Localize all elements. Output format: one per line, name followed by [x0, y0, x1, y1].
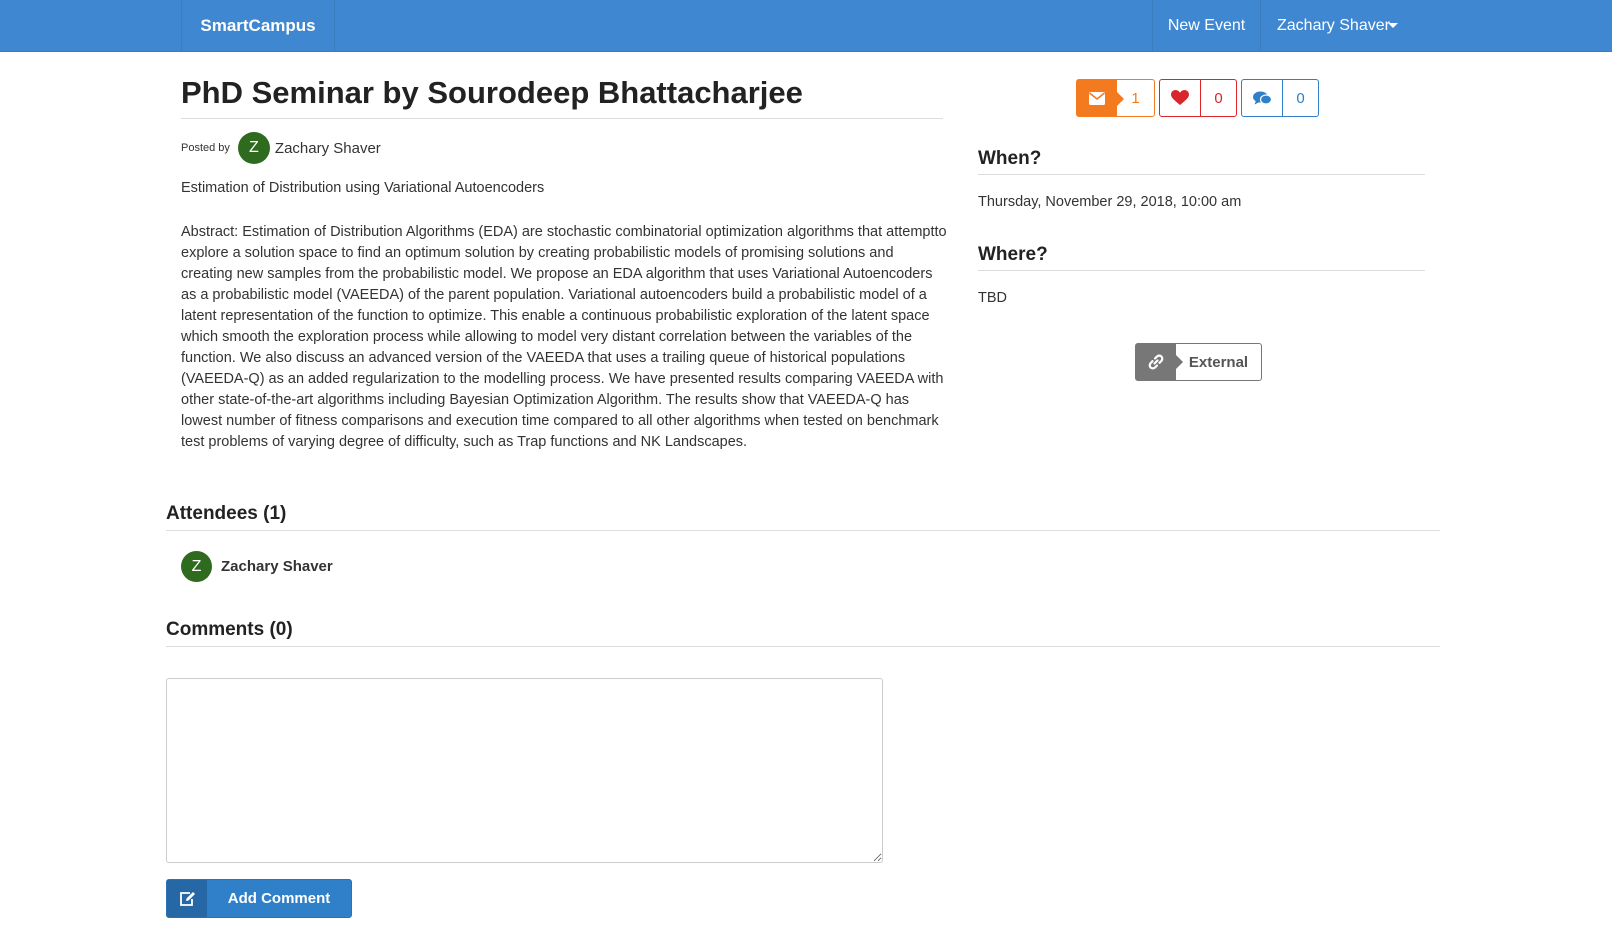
add-comment-button[interactable]: Add Comment	[166, 879, 352, 918]
email-count-button[interactable]: 1	[1076, 79, 1155, 117]
event-location: TBD	[978, 290, 1007, 306]
add-comment-label: Add Comment	[227, 890, 331, 907]
where-heading: Where?	[978, 244, 1425, 271]
user-menu-dropdown[interactable]: Zachary Shaver	[1260, 0, 1425, 51]
like-count-button[interactable]: 0	[1159, 79, 1237, 117]
event-title: PhD Seminar by Sourodeep Bhattacharjee	[181, 70, 943, 119]
comment-count: 0	[1296, 89, 1305, 107]
posted-by: Posted by Z Zachary Shaver	[181, 132, 381, 164]
author-name[interactable]: Zachary Shaver	[275, 140, 381, 157]
comments-icon	[1242, 80, 1283, 116]
caret-down-icon	[1388, 23, 1398, 28]
like-count: 0	[1214, 89, 1223, 107]
attendee-name[interactable]: Zachary Shaver	[221, 558, 333, 575]
envelope-icon	[1077, 80, 1124, 116]
attendee-item: Z Zachary Shaver	[181, 551, 333, 582]
top-navbar: SmartCampus New Event Zachary Shaver	[0, 0, 1612, 52]
event-date: Thursday, November 29, 2018, 10:00 am	[978, 194, 1242, 210]
edit-icon	[167, 880, 207, 917]
heart-icon	[1160, 80, 1201, 116]
comments-heading: Comments (0)	[166, 619, 1440, 647]
author-avatar: Z	[237, 132, 270, 164]
when-heading: When?	[978, 148, 1425, 175]
comment-input[interactable]	[166, 678, 883, 863]
event-abstract: Abstract: Estimation of Distribution Alg…	[181, 224, 947, 450]
comment-count-button[interactable]: 0	[1241, 79, 1319, 117]
attendee-avatar: Z	[181, 551, 212, 582]
external-label: External	[1188, 353, 1249, 371]
user-menu-label: Zachary Shaver	[1277, 17, 1390, 34]
link-icon	[1136, 344, 1183, 380]
posted-by-label: Posted by	[181, 142, 230, 154]
external-link-button[interactable]: External	[1135, 343, 1262, 381]
new-event-link[interactable]: New Event	[1152, 0, 1260, 51]
brand-link[interactable]: SmartCampus	[181, 0, 335, 51]
event-subtitle: Estimation of Distribution using Variati…	[181, 180, 545, 196]
attendees-heading: Attendees (1)	[166, 503, 1440, 531]
